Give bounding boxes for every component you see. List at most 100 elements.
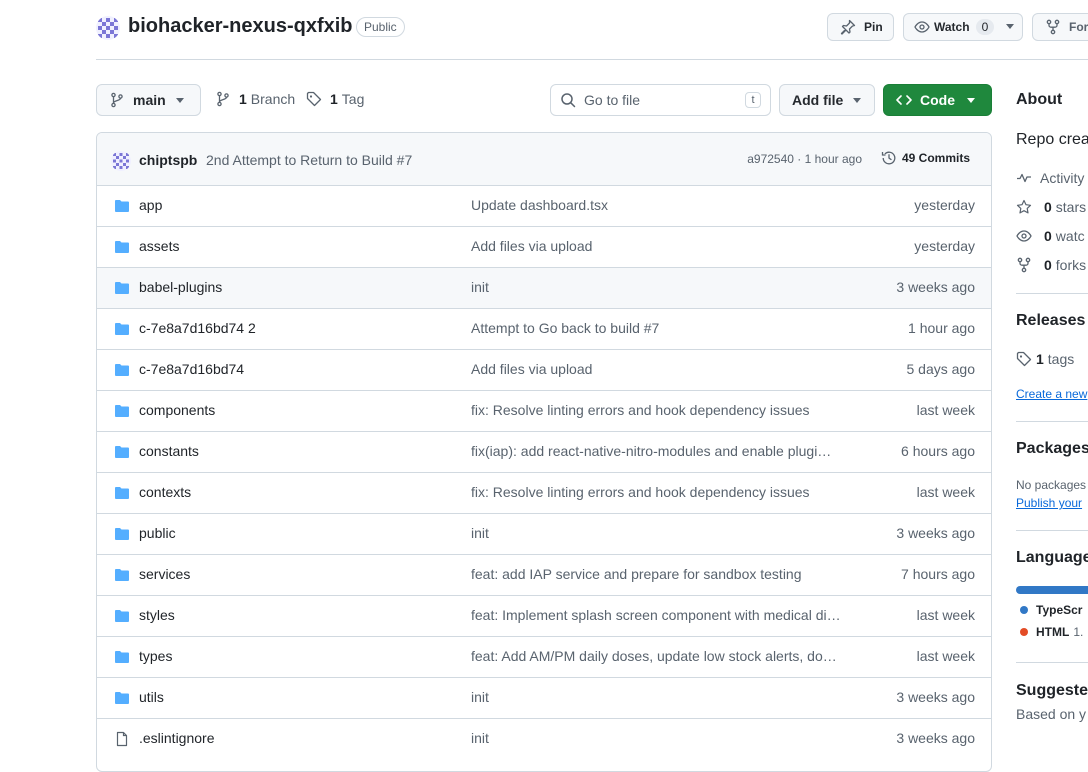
repo-avatar <box>96 16 120 40</box>
watchers-link[interactable]: 0 watc <box>1016 228 1085 244</box>
file-name[interactable]: public <box>139 525 176 541</box>
file-commit-message[interactable]: init <box>471 279 857 295</box>
file-commit-message[interactable]: init <box>471 730 857 746</box>
git-branch-icon <box>109 92 125 108</box>
sidebar-divider <box>1016 421 1088 422</box>
watch-button[interactable]: Watch 0 <box>903 13 1023 41</box>
activity-link[interactable]: Activity <box>1016 170 1084 186</box>
file-commit-message[interactable]: Add files via upload <box>471 361 857 377</box>
file-row[interactable]: utils init 3 weeks ago <box>97 677 991 718</box>
file-name[interactable]: app <box>139 197 162 213</box>
file-commit-message[interactable]: feat: Add AM/PM daily doses, update low … <box>471 648 857 664</box>
file-name[interactable]: constants <box>139 443 199 459</box>
eye-icon <box>914 19 930 35</box>
file-commit-date: last week <box>916 402 975 418</box>
file-name[interactable]: .eslintignore <box>139 730 215 746</box>
file-name[interactable]: styles <box>139 607 175 623</box>
file-row[interactable]: services feat: add IAP service and prepar… <box>97 554 991 595</box>
file-commit-message[interactable]: fix: Resolve linting errors and hook dep… <box>471 402 857 418</box>
file-name[interactable]: contexts <box>139 484 191 500</box>
pin-label: Pin <box>864 20 883 34</box>
stars-link[interactable]: 0 stars <box>1016 199 1086 215</box>
file-row[interactable]: contexts fix: Resolve linting errors and … <box>97 472 991 513</box>
file-commit-message[interactable]: feat: Implement splash screen component … <box>471 607 857 623</box>
file-row[interactable]: c-7e8a7d16bd74 2 Attempt to Go back to bu… <box>97 308 991 349</box>
branch-selector[interactable]: main <box>96 84 201 116</box>
file-row[interactable]: components fix: Resolve linting errors an… <box>97 390 991 431</box>
file-row[interactable]: c-7e8a7d16bd74 Add files via upload 5 days… <box>97 349 991 390</box>
file-row[interactable]: public init 3 weeks ago <box>97 513 991 554</box>
file-row[interactable]: app Update dashboard.tsx yesterday <box>97 186 991 226</box>
add-file-label: Add file <box>792 92 844 108</box>
language-html[interactable]: HTML 1. <box>1016 625 1083 639</box>
tag-icon <box>1016 351 1032 367</box>
pulse-icon <box>1016 170 1032 186</box>
file-name[interactable]: services <box>139 566 190 582</box>
file-row[interactable]: styles feat: Implement splash screen comp… <box>97 595 991 636</box>
file-name[interactable]: components <box>139 402 215 418</box>
file-row[interactable]: constants fix(iap): add react-native-nitr… <box>97 431 991 472</box>
packages-title[interactable]: Packages <box>1016 440 1088 458</box>
pin-button[interactable]: Pin <box>827 13 894 41</box>
file-commit-date: 3 weeks ago <box>896 279 975 295</box>
latest-commit-bar: chiptspb 2nd Attempt to Return to Build … <box>97 133 991 186</box>
language-percent: 1. <box>1073 625 1084 639</box>
star-icon <box>1016 199 1032 215</box>
language-dot <box>1020 606 1028 614</box>
file-commit-message[interactable]: Update dashboard.tsx <box>471 197 857 213</box>
tags-link[interactable]: 1 Tag <box>306 91 364 107</box>
language-typescript[interactable]: TypeScr <box>1016 603 1086 617</box>
file-commit-message[interactable]: fix(iap): add react-native-nitro-modules… <box>471 443 857 459</box>
search-placeholder: Go to file <box>584 92 641 108</box>
file-row[interactable]: .eslintignore init 3 weeks ago <box>97 718 991 759</box>
file-name[interactable]: babel-plugins <box>139 279 222 295</box>
publish-package-link[interactable]: Publish your <box>1016 496 1082 510</box>
file-commit-date: 3 weeks ago <box>896 525 975 541</box>
fork-button[interactable]: For <box>1032 13 1088 41</box>
chevron-down-icon[interactable] <box>1006 24 1014 29</box>
commit-message[interactable]: 2nd Attempt to Return to Build #7 <box>206 152 412 168</box>
file-commit-message[interactable]: Attempt to Go back to build #7 <box>471 320 857 336</box>
file-commit-message[interactable]: init <box>471 525 857 541</box>
branches-link[interactable]: 1 Branch <box>215 91 295 107</box>
file-name[interactable]: c-7e8a7d16bd74 2 <box>139 320 256 336</box>
file-row[interactable]: babel-plugins init 3 weeks ago <box>97 267 991 308</box>
commit-author[interactable]: chiptspb <box>139 152 197 168</box>
branch-name: main <box>133 92 166 108</box>
file-name[interactable]: assets <box>139 238 179 254</box>
fork-label: For <box>1069 20 1088 34</box>
tag-label: Tag <box>341 91 365 107</box>
repo-name[interactable]: biohacker-nexus-qxfxib <box>128 15 353 38</box>
file-name[interactable]: c-7e8a7d16bd74 <box>139 361 244 377</box>
code-button[interactable]: Code <box>883 84 992 116</box>
tag-count: 1 <box>330 91 338 107</box>
sidebar-divider <box>1016 293 1088 294</box>
create-release-link[interactable]: Create a new <box>1016 387 1087 401</box>
commits-history-link[interactable]: 49 Commits <box>881 150 970 166</box>
file-commit-message[interactable]: fix: Resolve linting errors and hook dep… <box>471 484 857 500</box>
releases-title[interactable]: Releases <box>1016 312 1085 330</box>
commit-sha-time[interactable]: a972540 · 1 hour ago <box>747 152 862 166</box>
language-name: TypeScr <box>1036 603 1083 617</box>
forks-count: 0 <box>1044 257 1052 273</box>
tags-count-link[interactable]: 1 tags <box>1016 351 1074 367</box>
add-file-button[interactable]: Add file <box>779 84 875 116</box>
file-commit-date: 3 weeks ago <box>896 689 975 705</box>
folder-icon <box>114 526 130 542</box>
forks-link[interactable]: 0 forks <box>1016 257 1086 273</box>
commit-author-avatar[interactable] <box>111 151 131 171</box>
file-commit-date: 3 weeks ago <box>896 730 975 746</box>
file-row[interactable]: assets Add files via upload yesterday <box>97 226 991 267</box>
file-browser: chiptspb 2nd Attempt to Return to Build … <box>96 132 992 772</box>
file-name[interactable]: types <box>139 648 172 664</box>
sidebar-divider <box>1016 662 1088 663</box>
file-commit-message[interactable]: Add files via upload <box>471 238 857 254</box>
file-commit-message[interactable]: feat: add IAP service and prepare for sa… <box>471 566 857 582</box>
file-icon <box>114 731 130 747</box>
fork-icon <box>1045 19 1061 35</box>
file-commit-message[interactable]: init <box>471 689 857 705</box>
file-row[interactable]: types feat: Add AM/PM daily doses, update… <box>97 636 991 677</box>
go-to-file-search[interactable]: Go to file t <box>550 84 771 116</box>
branch-label: Branch <box>250 91 296 107</box>
file-name[interactable]: utils <box>139 689 164 705</box>
